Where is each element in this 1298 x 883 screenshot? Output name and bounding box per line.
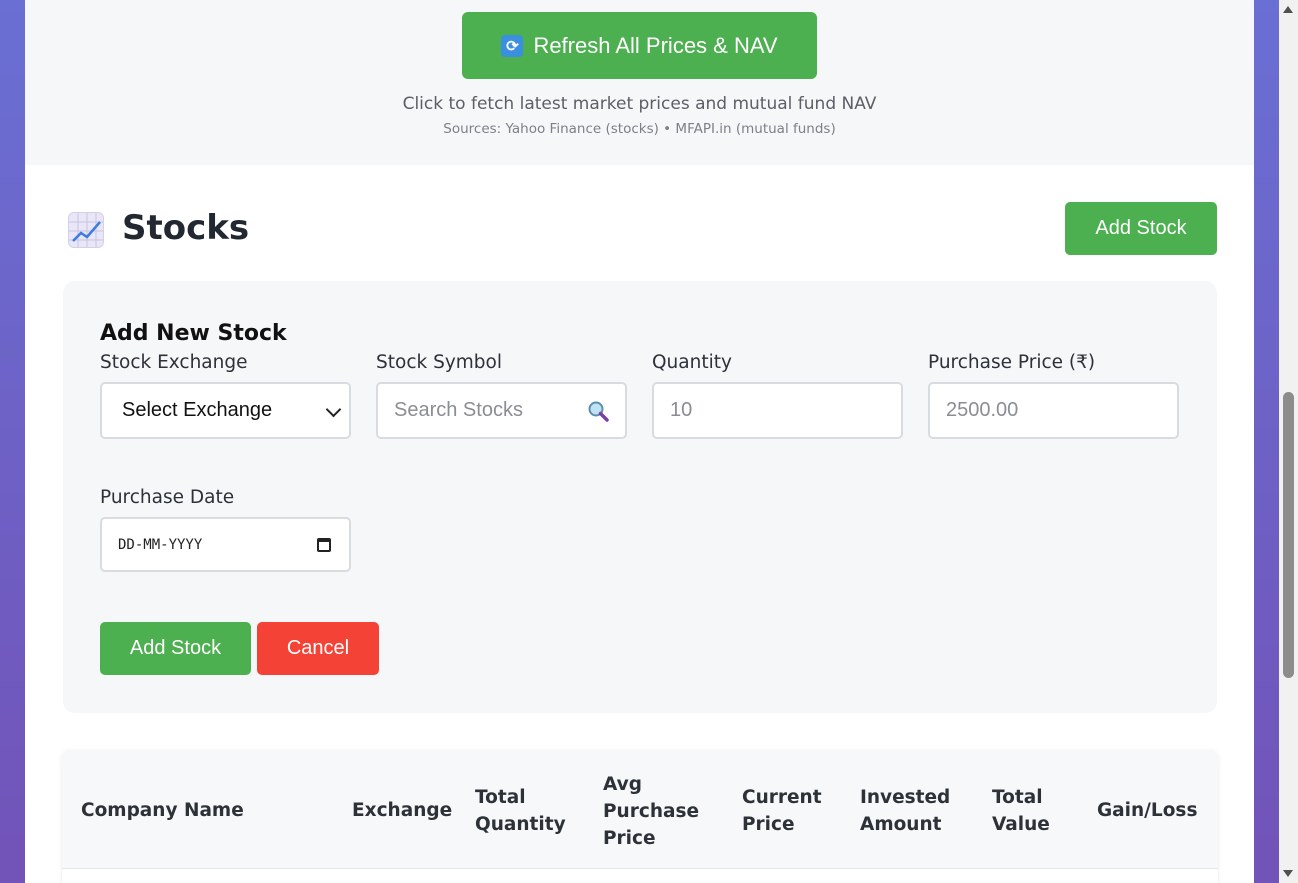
exchange-select[interactable]: Select Exchange [100, 382, 351, 439]
header-current-price[interactable]: Current Price [742, 784, 822, 838]
header-exchange[interactable]: Exchange [352, 797, 452, 824]
cancel-button[interactable]: Cancel [257, 622, 379, 675]
header-avg-purchase-price[interactable]: Avg Purchase Price [603, 771, 699, 852]
section-title: Stocks [122, 208, 250, 248]
holdings-table: Company Name Exchange Total Quantity Avg… [62, 750, 1218, 883]
refresh-sources: Sources: Yahoo Finance (stocks) • MFAPI.… [443, 121, 836, 137]
add-stock-button[interactable]: Add Stock [1065, 202, 1217, 255]
refresh-hint: Click to fetch latest market prices and … [402, 94, 877, 114]
scrollbar-thumb[interactable] [1283, 392, 1294, 678]
symbol-search-input[interactable]: Search Stocks [376, 382, 627, 439]
purchase-date-input[interactable]: DD-MM-YYYY [100, 517, 351, 572]
header-invested-amount[interactable]: Invested Amount [860, 784, 950, 838]
header-company-name[interactable]: Company Name [81, 797, 244, 824]
symbol-label: Stock Symbol [376, 352, 502, 373]
refresh-panel: ⟳ Refresh All Prices & NAV Click to fetc… [25, 0, 1254, 165]
quantity-input[interactable]: 10 [652, 382, 903, 439]
chart-increasing-icon [68, 212, 104, 248]
page-scrollbar[interactable] [1279, 0, 1298, 883]
refresh-prices-button[interactable]: ⟳ Refresh All Prices & NAV [462, 12, 817, 79]
price-placeholder: 2500.00 [946, 399, 1019, 421]
exchange-label: Stock Exchange [100, 352, 248, 373]
header-total-value[interactable]: Total Value [992, 784, 1050, 838]
table-body [62, 869, 1218, 883]
chevron-down-icon [325, 401, 342, 418]
quantity-placeholder: 10 [670, 399, 693, 421]
refresh-button-label: Refresh All Prices & NAV [533, 32, 778, 58]
price-label: Purchase Price (₹) [928, 352, 1096, 373]
add-stock-form: Add New Stock Stock Exchange Select Exch… [63, 281, 1217, 713]
magnifier-icon [587, 400, 609, 422]
form-heading: Add New Stock [100, 321, 287, 346]
price-input[interactable]: 2500.00 [928, 382, 1179, 439]
refresh-icon: ⟳ [501, 34, 524, 57]
calendar-icon[interactable] [317, 538, 331, 552]
header-gain-loss[interactable]: Gain/Loss [1097, 797, 1197, 824]
date-placeholder: DD-MM-YYYY [118, 536, 203, 553]
quantity-label: Quantity [652, 352, 732, 373]
portfolio-page: ⟳ Refresh All Prices & NAV Click to fetc… [25, 0, 1254, 883]
exchange-selected-value: Select Exchange [122, 399, 273, 421]
date-label: Purchase Date [100, 487, 235, 508]
scroll-up-arrow-icon[interactable] [1283, 6, 1293, 13]
header-total-quantity[interactable]: Total Quantity [475, 784, 566, 838]
symbol-placeholder: Search Stocks [394, 399, 523, 421]
submit-add-stock-button[interactable]: Add Stock [100, 622, 251, 675]
scroll-down-arrow-icon[interactable] [1283, 870, 1293, 877]
